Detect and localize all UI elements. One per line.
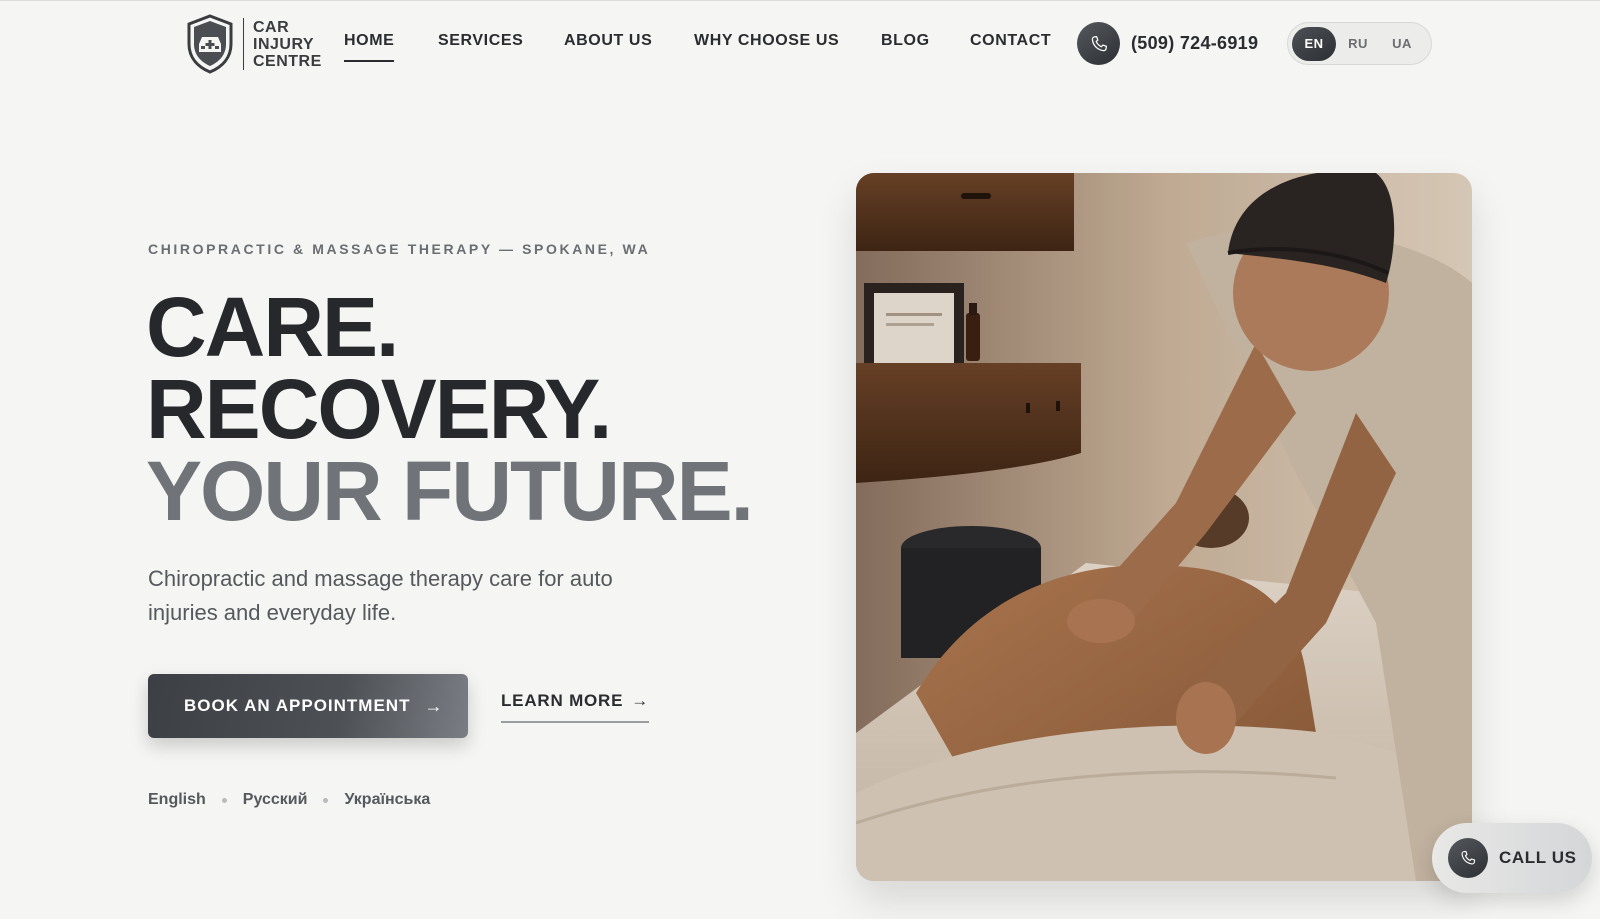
separator-dot [221, 797, 227, 803]
language-link-russian[interactable]: Русский [243, 791, 308, 809]
language-link-english[interactable]: English [148, 791, 206, 809]
hero-subtitle: Chiropractic and massage therapy care fo… [148, 566, 613, 625]
brand-name-line: CAR [253, 18, 290, 36]
arrow-right-icon: → [424, 695, 444, 716]
nav-why-choose-us[interactable]: WHY CHOOSE US [694, 32, 839, 50]
brand-name: CAR INJURY CENTRE [253, 19, 322, 70]
nav-about-us[interactable]: ABOUT US [564, 32, 652, 50]
headline-line-1: CARE. [146, 280, 399, 374]
floating-call-us-button[interactable]: CALL US [1432, 823, 1592, 893]
nav-services[interactable]: SERVICES [438, 32, 523, 50]
headline-line-3: YOUR FUTURE. [146, 444, 754, 538]
learn-more-link[interactable]: LEARN MORE → [501, 691, 650, 723]
nav-contact[interactable]: CONTACT [970, 32, 1051, 50]
book-appointment-label: BOOK AN APPOINTMENT [184, 696, 411, 715]
hero-eyebrow: CHIROPRACTIC & MASSAGE THERAPY — SPOKANE… [148, 241, 651, 257]
book-appointment-button[interactable]: BOOK AN APPOINTMENT → [148, 674, 468, 738]
brand-name-line: CENTRE [253, 52, 322, 70]
phone-number: (509) 724-6919 [1131, 33, 1259, 53]
language-link-ukrainian[interactable]: Українська [344, 791, 430, 809]
learn-more-label: LEARN MORE [501, 691, 624, 710]
call-us-label: CALL US [1499, 848, 1577, 867]
headline-line-2: RECOVERY. [146, 362, 612, 456]
language-links: English Русский Українська [148, 791, 430, 809]
lang-option-en[interactable]: EN [1292, 26, 1336, 61]
brand-name-line: INJURY [253, 35, 315, 53]
phone-icon [1448, 838, 1488, 878]
language-switcher: EN RU UA [1287, 22, 1432, 65]
nav-blog[interactable]: BLOG [881, 32, 930, 50]
phone-icon [1077, 22, 1120, 65]
arrow-right-icon: → [631, 691, 650, 710]
lang-option-ru[interactable]: RU [1336, 27, 1380, 61]
header-phone[interactable]: (509) 724-6919 [1077, 22, 1258, 65]
shield-car-icon [187, 14, 233, 74]
hero-headline: CARE. RECOVERY. YOUR FUTURE. [146, 280, 754, 538]
site-header: CAR INJURY CENTRE HOME SERVICES ABOUT US… [0, 0, 1600, 90]
brand-logo[interactable]: CAR INJURY CENTRE [185, 14, 322, 74]
logo-divider [243, 18, 244, 70]
nav-home[interactable]: HOME [344, 32, 395, 62]
hero-image-massage-therapy [856, 173, 1472, 881]
lang-option-ua[interactable]: UA [1380, 27, 1424, 61]
separator-dot [323, 797, 329, 803]
